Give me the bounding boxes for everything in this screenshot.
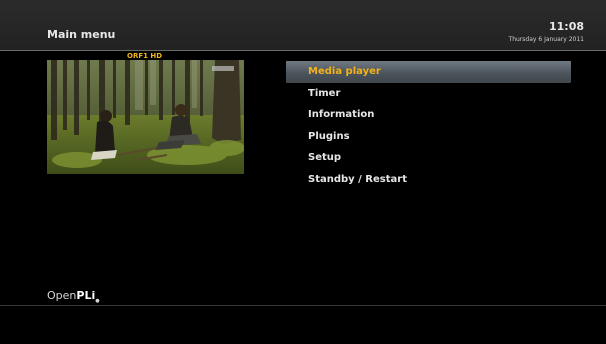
- menu-item-media-player[interactable]: Media player: [286, 61, 571, 83]
- clock: 11:08: [548, 20, 584, 33]
- channel-name: ORF1 HD: [127, 52, 163, 60]
- header-divider: [0, 50, 606, 51]
- logo-text-pli: PLi: [76, 289, 96, 302]
- menu-item-plugins[interactable]: Plugins: [286, 126, 571, 148]
- menu-item-timer[interactable]: Timer: [286, 83, 571, 105]
- menu-item-setup[interactable]: Setup: [286, 147, 571, 169]
- logo-dot: ●: [95, 298, 100, 305]
- menu-item-standby-restart[interactable]: Standby / Restart: [286, 169, 571, 191]
- page-title: Main menu: [47, 28, 116, 41]
- menu-item-information[interactable]: Information: [286, 104, 571, 126]
- forest-scene-image: [47, 60, 244, 174]
- date-label: Thursday 6 January 2011: [508, 36, 584, 43]
- tv-preview: [47, 60, 244, 174]
- openpli-logo: OpenPLi●: [47, 289, 100, 304]
- logo-text-open: Open: [47, 289, 77, 302]
- footer-divider: [0, 305, 606, 306]
- main-menu-list: Media player Timer Information Plugins S…: [286, 61, 571, 191]
